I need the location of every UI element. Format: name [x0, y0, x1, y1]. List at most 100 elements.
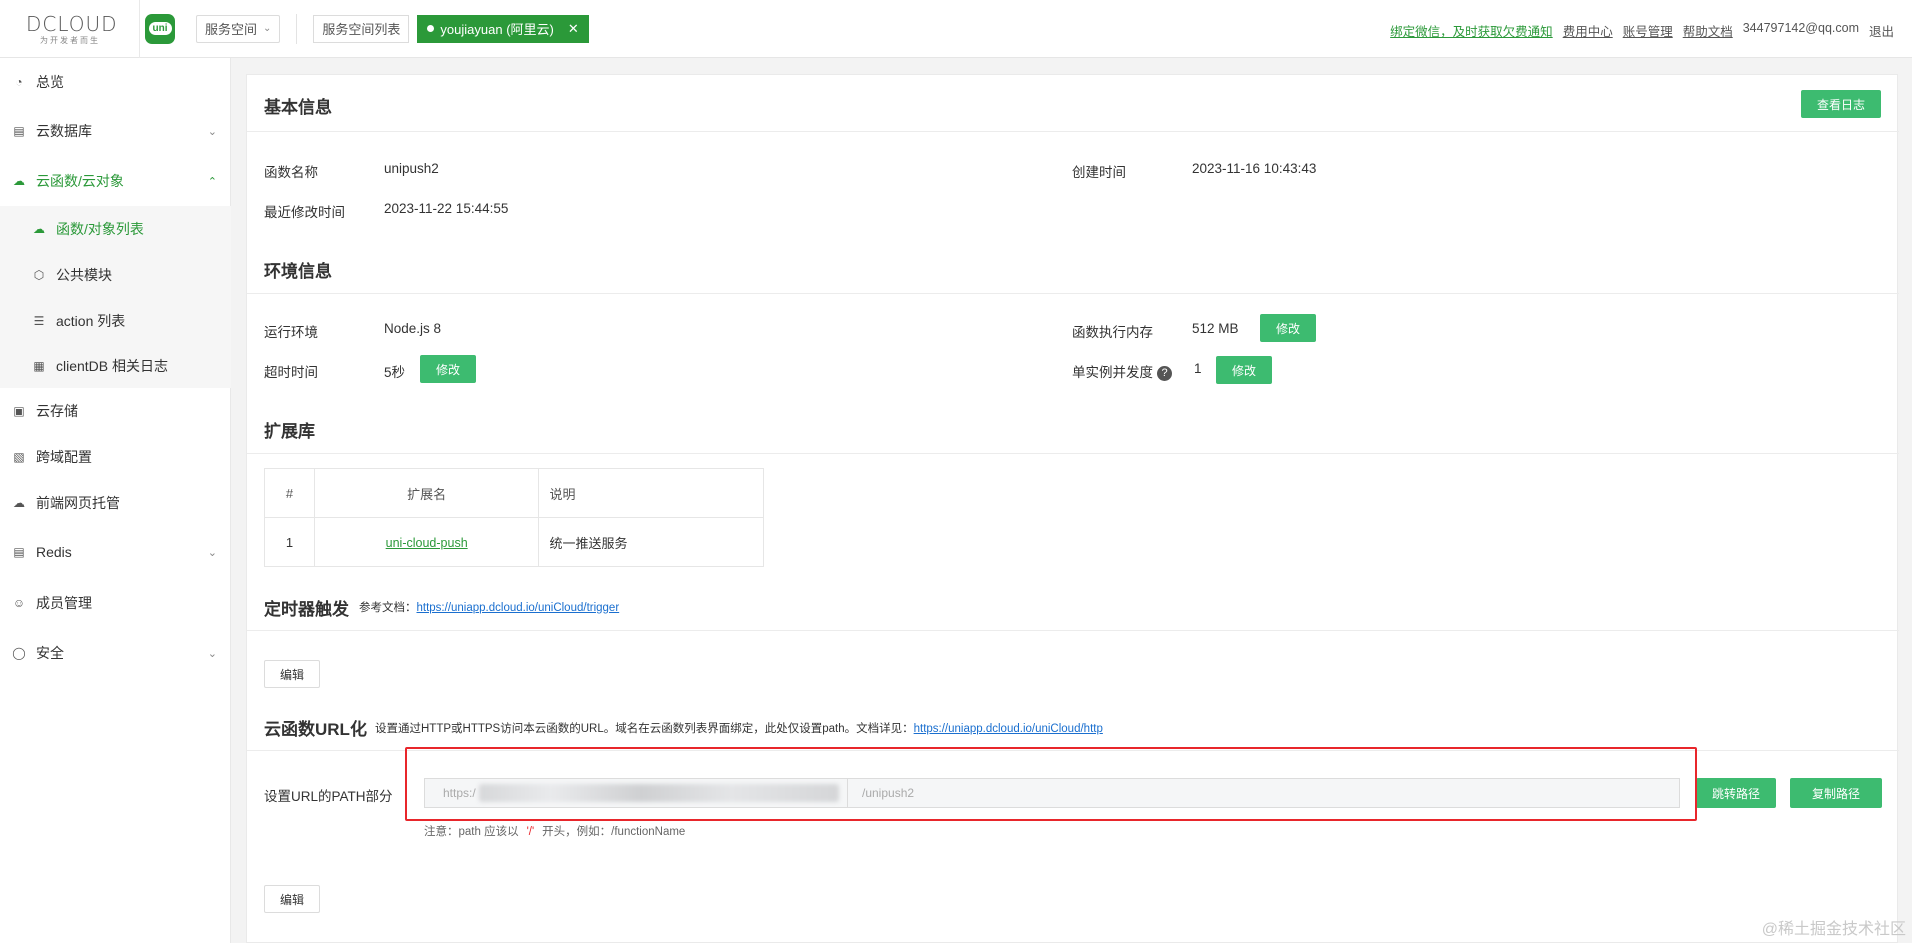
- help-link[interactable]: 帮助文档: [1683, 21, 1733, 40]
- url-doc-link[interactable]: https://uniapp.dcloud.io/uniCloud/http: [914, 723, 1103, 735]
- modified-time-label: 最近修改时间: [264, 205, 345, 220]
- list-icon: ☰: [33, 314, 45, 328]
- env-info-title: 环境信息: [264, 262, 332, 281]
- logo-slogan: 为开发者而生: [40, 35, 100, 45]
- logout-link[interactable]: 退出: [1869, 21, 1894, 40]
- modify-concurrency-button[interactable]: 修改: [1216, 356, 1272, 384]
- highlight-frame: [405, 747, 1697, 821]
- close-icon[interactable]: ✕: [568, 21, 579, 37]
- pie-chart-icon: ◔: [15, 75, 23, 89]
- top-bar: DCLOUD 为开发者而生 uni 服务空间 ⌄ 服务空间列表 youjiayu…: [0, 0, 1912, 58]
- ext-name-link[interactable]: uni-cloud-push: [386, 536, 468, 550]
- divider: [247, 293, 1899, 294]
- account-link[interactable]: 账号管理: [1623, 21, 1673, 40]
- chevron-down-icon: ⌄: [263, 23, 272, 34]
- sidebar-item-function-list[interactable]: ☁ 函数/对象列表: [0, 206, 231, 252]
- table-header-row: # 扩展名 说明: [264, 468, 764, 518]
- trigger-title: 定时器触发: [264, 600, 349, 619]
- divider: [296, 13, 298, 44]
- status-dot-icon: [427, 25, 435, 32]
- divider: [247, 453, 1899, 454]
- redis-icon: ▤: [13, 545, 25, 559]
- copy-path-button[interactable]: 复制路径: [1790, 778, 1882, 808]
- jump-path-button[interactable]: 跳转路径: [1696, 778, 1776, 808]
- edit-url-button[interactable]: 编辑: [264, 885, 320, 913]
- bind-wechat-link[interactable]: 绑定微信，及时获取欠费通知: [1390, 21, 1553, 40]
- concurrency-label: 单实例并发度?: [1072, 361, 1172, 381]
- help-icon[interactable]: ?: [1157, 365, 1172, 381]
- runtime-label: 运行环境: [264, 325, 318, 340]
- sidebar-item-redis[interactable]: ▤ Redis ⌄: [0, 526, 231, 578]
- space-select-label: 服务空间: [205, 22, 258, 37]
- shield-icon: ◯: [12, 646, 26, 660]
- log-icon: ▦: [33, 359, 45, 373]
- top-links: 绑定微信，及时获取欠费通知 费用中心 账号管理 帮助文档 344797142@q…: [1390, 21, 1894, 40]
- column-header: 扩展名: [313, 468, 540, 518]
- view-logs-button[interactable]: 查看日志: [1801, 90, 1881, 118]
- space-select[interactable]: 服务空间 ⌄: [196, 14, 281, 43]
- created-time-value: 2023-11-16 10:43:43: [1192, 161, 1317, 176]
- billing-link[interactable]: 费用中心: [1563, 21, 1613, 40]
- function-name-label: 函数名称: [264, 165, 318, 180]
- ext-table: # 扩展名 说明 1 uni-cloud-push 统一推送服务: [264, 468, 764, 567]
- cors-icon: ▧: [13, 450, 25, 464]
- basic-info-title: 基本信息: [264, 98, 332, 117]
- sidebar-item-cors[interactable]: ▧ 跨域配置: [0, 434, 231, 480]
- column-header: #: [264, 468, 315, 518]
- url-desc: 设置通过HTTP或HTTPS访问本云函数的URL。域名在云函数列表界面绑定，此处…: [375, 723, 1103, 735]
- trigger-ref: 参考文档：https://uniapp.dcloud.io/uniCloud/t…: [359, 602, 620, 614]
- timeout-value: 5秒: [384, 365, 406, 380]
- modify-memory-button[interactable]: 修改: [1260, 314, 1316, 342]
- cube-icon: ⬡: [33, 268, 45, 282]
- uni-logo-icon[interactable]: uni: [145, 13, 175, 44]
- created-time-label: 创建时间: [1072, 165, 1126, 180]
- url-path-label: 设置URL的PATH部分: [264, 789, 393, 804]
- modified-time-value: 2023-11-22 15:44:55: [384, 201, 509, 216]
- logo-brand: DCLOUD: [26, 11, 118, 36]
- sidebar-item-hosting[interactable]: ☁ 前端网页托管: [0, 480, 231, 526]
- dcloud-logo[interactable]: DCLOUD 为开发者而生: [0, 0, 140, 58]
- divider: [247, 131, 1899, 132]
- table-row: 1 uni-cloud-push 统一推送服务: [264, 517, 764, 567]
- runtime-value: Node.js 8: [384, 321, 442, 336]
- url-path-note: 注意：path 应该以 '/' 开头，例如：/functionName: [424, 826, 686, 838]
- modify-timeout-button[interactable]: 修改: [420, 355, 476, 383]
- sidebar-item-security[interactable]: ◯ 安全 ⌄: [0, 628, 231, 678]
- memory-label: 函数执行内存: [1072, 325, 1153, 340]
- sidebar-item-database[interactable]: ▤ 云数据库 ⌄: [0, 106, 231, 156]
- column-header: 说明: [538, 468, 764, 518]
- storage-icon: ▣: [13, 404, 25, 418]
- sidebar-item-clientdb-logs[interactable]: ▦ clientDB 相关日志: [0, 344, 231, 388]
- function-name-value: unipush2: [384, 161, 439, 176]
- sidebar: ◔ 总览 ▤ 云数据库 ⌄ ☁ 云函数/云对象 ⌃ ☁ 函数/对象列表 ⬡ 公共…: [0, 58, 231, 943]
- watermark: @稀土掘金技术社区: [1761, 921, 1906, 938]
- user-email: 344797142@qq.com: [1742, 21, 1859, 35]
- chevron-up-icon: ⌃: [207, 175, 217, 188]
- concurrency-value: 1: [1194, 361, 1202, 376]
- memory-value: 512 MB: [1192, 321, 1239, 336]
- cloud-icon: ☁: [13, 174, 25, 188]
- database-icon: ▤: [13, 124, 25, 138]
- ext-desc: 统一推送服务: [538, 517, 764, 567]
- sidebar-item-overview[interactable]: ◔ 总览: [0, 58, 231, 106]
- row-index: 1: [264, 517, 315, 567]
- cloud-icon: ☁: [33, 222, 45, 236]
- ext-lib-title: 扩展库: [264, 422, 315, 441]
- divider: [247, 630, 1899, 631]
- active-space-label: youjiayuan (阿里云): [440, 22, 554, 37]
- sidebar-item-members[interactable]: ☺ 成员管理: [0, 578, 231, 628]
- timeout-label: 超时时间: [264, 365, 318, 380]
- functions-submenu: ☁ 函数/对象列表 ⬡ 公共模块 ☰ action 列表 ▦ clientDB …: [0, 206, 231, 388]
- trigger-doc-link[interactable]: https://uniapp.dcloud.io/uniCloud/trigge…: [417, 602, 620, 614]
- sidebar-item-common-modules[interactable]: ⬡ 公共模块: [0, 252, 231, 298]
- sidebar-item-action-list[interactable]: ☰ action 列表: [0, 298, 231, 344]
- url-title: 云函数URL化: [264, 720, 367, 739]
- edit-trigger-button[interactable]: 编辑: [264, 660, 320, 688]
- chevron-down-icon: ⌄: [207, 125, 217, 138]
- space-list-button[interactable]: 服务空间列表: [313, 14, 410, 43]
- sidebar-item-functions[interactable]: ☁ 云函数/云对象 ⌃: [0, 156, 231, 206]
- user-icon: ☺: [12, 596, 26, 610]
- active-space-tag[interactable]: youjiayuan (阿里云) ✕: [417, 14, 589, 43]
- sidebar-item-storage[interactable]: ▣ 云存储: [0, 388, 231, 434]
- chevron-down-icon: ⌄: [207, 546, 217, 559]
